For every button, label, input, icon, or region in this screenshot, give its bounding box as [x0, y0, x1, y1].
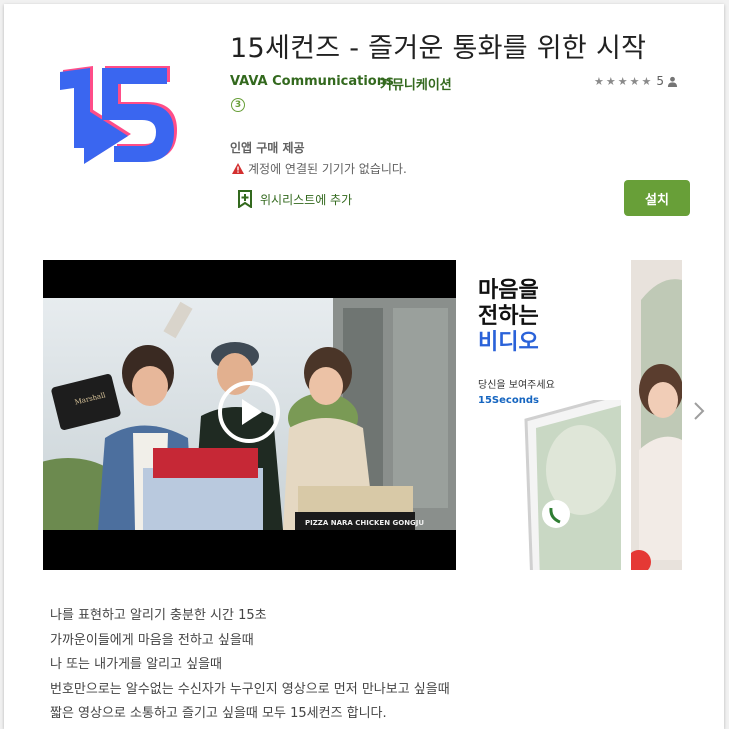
- pizza-box-text: PIZZA NARA CHICKEN GONGJU: [305, 519, 424, 527]
- wishlist-label: 위시리스트에 추가: [260, 192, 353, 207]
- rating-count: 5: [656, 74, 664, 88]
- next-screenshot-button[interactable]: [692, 400, 706, 428]
- developer-link[interactable]: VAVA Communications: [230, 74, 394, 89]
- description-line: 나 또는 내가게를 알리고 싶을때: [50, 657, 223, 672]
- play-icon: [242, 399, 262, 425]
- shot1-subtitle: 당신을 보여주세요: [478, 380, 555, 391]
- play-button[interactable]: [218, 381, 280, 443]
- chevron-right-icon: [694, 402, 705, 420]
- description-line: 번호만으로는 알수없는 수신자가 누구인지 영상으로 먼저 만나보고 싶을때: [50, 681, 450, 697]
- description-line: 짧은 영상으로 소통하고 즐기고 싶을때 모두 15세컨즈 합니다.: [50, 706, 387, 721]
- description-line: 가까운이들에게 마음을 전하고 싶을때: [50, 632, 254, 648]
- shot1-heading-line1: 마음을: [478, 278, 539, 303]
- bookmark-add-icon: [238, 190, 252, 208]
- video-preview[interactable]: Marshall PIZZA NARA CHICKEN GONGJU: [43, 260, 456, 570]
- person-icon: [667, 76, 678, 87]
- install-button[interactable]: 설치: [624, 180, 690, 216]
- wishlist-button[interactable]: 위시리스트에 추가: [238, 190, 352, 208]
- description-line: 나를 표현하고 알리기 충분한 시간 15초: [50, 608, 267, 623]
- rating-summary: ★★★★★ 5: [594, 74, 678, 88]
- age-rating-badge: 3: [231, 98, 245, 112]
- warning-icon: [232, 163, 244, 174]
- device-warning-text: 계정에 연결된 기기가 없습니다.: [248, 162, 407, 176]
- 15-logo-icon: [60, 66, 177, 164]
- device-warning: 계정에 연결된 기기가 없습니다.: [232, 160, 407, 177]
- app-description: 나를 표현하고 알리기 충분한 시간 15초 가까운이들에게 마음을 전하고 싶…: [50, 604, 450, 727]
- screenshot-2-image: [631, 260, 682, 570]
- screenshot-1[interactable]: 마음을 전하는 비디오 당신을 보여주세요 15Seconds: [466, 260, 621, 570]
- shot1-heading-line2: 전하는: [478, 304, 539, 329]
- in-app-purchase-label: 인앱 구매 제공: [230, 141, 305, 155]
- shot1-heading-line3: 비디오: [478, 330, 539, 355]
- app-icon: [52, 60, 182, 180]
- phone-mockup: [524, 400, 621, 570]
- screenshot-2[interactable]: [631, 260, 682, 570]
- app-title: 15세컨즈 - 즐거운 통화를 위한 시작: [230, 33, 647, 64]
- rating-stars: ★★★★★: [594, 74, 654, 88]
- category-link[interactable]: 커뮤니케이션: [380, 74, 452, 93]
